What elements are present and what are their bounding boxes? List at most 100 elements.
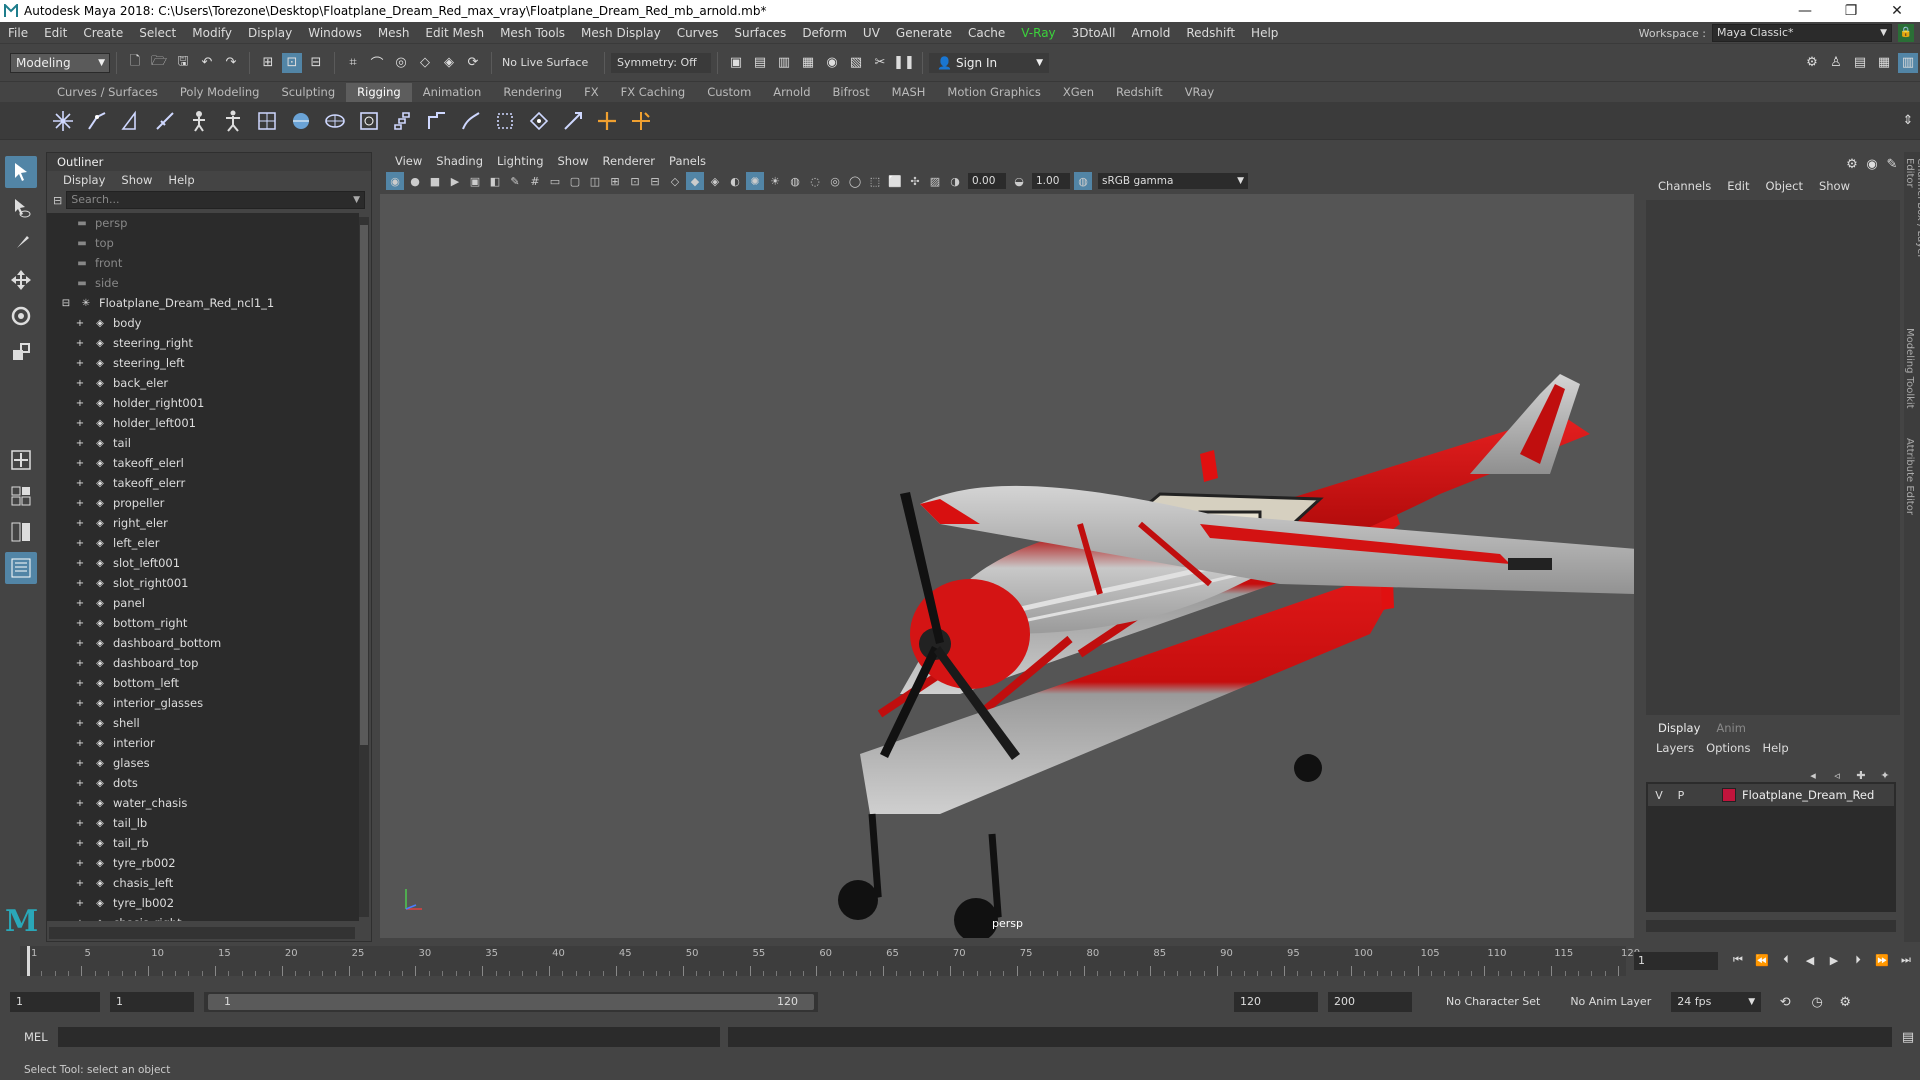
expand-icon[interactable]: + — [73, 336, 87, 350]
expand-icon[interactable]: + — [73, 496, 87, 510]
menu-cache[interactable]: Cache — [960, 26, 1013, 40]
human-ik-icon[interactable] — [220, 106, 246, 136]
outliner-item-mesh[interactable]: + ◈ water_chasis — [47, 793, 359, 813]
outliner-item-mesh[interactable]: + ◈ tyre_rb002 — [47, 853, 359, 873]
two-d-pan-icon[interactable]: ◧ — [486, 172, 504, 190]
outliner-item-mesh[interactable]: + ◈ slot_left001 — [47, 553, 359, 573]
outliner-item-mesh[interactable]: + ◈ steering_right — [47, 333, 359, 353]
menu-mesh-tools[interactable]: Mesh Tools — [492, 26, 573, 40]
layer-name[interactable]: Floatplane_Dream_Red — [1742, 788, 1874, 802]
undo-icon[interactable]: ↶ — [197, 53, 217, 73]
screen-space-ao-icon[interactable]: ◍ — [786, 172, 804, 190]
go-to-end-icon[interactable]: ⏭ — [1896, 950, 1916, 970]
select-camera-icon[interactable]: ◉ — [386, 172, 404, 190]
menu-arnold[interactable]: Arnold — [1123, 26, 1178, 40]
isolate-select-icon[interactable]: ⬚ — [866, 172, 884, 190]
side-tab-modeling-toolkit[interactable]: Modeling Toolkit — [1904, 322, 1915, 422]
outliner-item-mesh[interactable]: + ◈ tail_rb — [47, 833, 359, 853]
expand-icon[interactable]: + — [73, 676, 87, 690]
menu-select[interactable]: Select — [131, 26, 184, 40]
snap-live-icon[interactable]: ⟳ — [463, 53, 483, 73]
side-tab-channel-box[interactable]: Channel Box / Layer Editor — [1904, 152, 1920, 282]
attribute-editor-icon[interactable]: ▤ — [1850, 53, 1870, 73]
outliner-item-mesh[interactable]: + ◈ left_eler — [47, 533, 359, 553]
paint-select-tool-icon[interactable] — [5, 228, 37, 260]
ik-spline-icon[interactable] — [118, 106, 144, 136]
lasso-tool-icon[interactable] — [5, 192, 37, 224]
outliner-item-mesh[interactable]: + ◈ bottom_right — [47, 613, 359, 633]
outliner-menu-display[interactable]: Display — [55, 173, 113, 187]
outliner-item-mesh[interactable]: + ◈ chasis_right — [47, 913, 359, 921]
expand-icon[interactable]: + — [73, 556, 87, 570]
render-view-icon[interactable]: ▣ — [726, 53, 746, 73]
vray-ipr-icon[interactable]: ✂ — [870, 53, 890, 73]
outliner-item-mesh[interactable]: + ◈ tail — [47, 433, 359, 453]
range-slider-bar-fill[interactable] — [208, 994, 814, 1010]
outliner-item-group[interactable]: ⊟ ✳ Floatplane_Dream_Red_ncl1_1 — [47, 293, 359, 313]
outliner-item-camera[interactable]: ▬ front — [47, 253, 359, 273]
shelf-tab-curves-surfaces[interactable]: Curves / Surfaces — [46, 83, 169, 102]
menu-deform[interactable]: Deform — [794, 26, 855, 40]
field-chart-icon[interactable]: ⊞ — [606, 172, 624, 190]
shadows-icon[interactable]: ☀ — [766, 172, 784, 190]
command-input[interactable] — [57, 1027, 721, 1047]
outliner-item-mesh[interactable]: + ◈ shell — [47, 713, 359, 733]
outliner-item-mesh[interactable]: + ◈ steering_left — [47, 353, 359, 373]
layer-color-swatch[interactable] — [1722, 788, 1736, 802]
exposure-icon[interactable]: ◑ — [946, 172, 964, 190]
shelf-scroll-icon[interactable]: ⇕ — [1898, 111, 1918, 131]
camera-attributes-icon[interactable]: ■ — [426, 172, 444, 190]
layer-playback-toggle[interactable]: P — [1670, 789, 1692, 802]
menu-set-dropdown[interactable]: Modeling ▼ — [10, 52, 110, 73]
channel-box-scene-icon[interactable]: ⚙ — [1842, 154, 1862, 174]
channel-box-menu-object[interactable]: Object — [1758, 179, 1811, 193]
outliner-scrollbar[interactable] — [359, 217, 369, 917]
expand-icon[interactable]: + — [73, 596, 87, 610]
expand-icon[interactable]: + — [73, 376, 87, 390]
script-editor-icon[interactable]: ▤ — [1898, 1027, 1918, 1047]
outliner-item-camera[interactable]: ▬ top — [47, 233, 359, 253]
expand-icon[interactable]: + — [73, 576, 87, 590]
animation-start-field[interactable]: 1 — [10, 992, 100, 1012]
outliner-item-mesh[interactable]: + ◈ interior — [47, 733, 359, 753]
textured-icon[interactable]: ◐ — [726, 172, 744, 190]
menu-surfaces[interactable]: Surfaces — [726, 26, 794, 40]
layout-outliner-persp-icon[interactable] — [5, 552, 37, 584]
gamma-field[interactable]: 1.00 — [1032, 173, 1070, 189]
shelf-tab-mash[interactable]: MASH — [881, 83, 937, 102]
motion-blur-icon[interactable]: ◌ — [806, 172, 824, 190]
viewport-menu-panels[interactable]: Panels — [662, 154, 713, 168]
menu-generate[interactable]: Generate — [888, 26, 960, 40]
outliner-horizontal-scrollbar[interactable] — [49, 927, 355, 939]
playback-start-field[interactable]: 1 — [110, 992, 194, 1012]
step-forward-key-icon[interactable]: ⏩ — [1872, 950, 1892, 970]
current-frame-field[interactable]: 1 — [1634, 952, 1718, 970]
ik-handle-icon[interactable] — [84, 106, 110, 136]
outliner-item-mesh[interactable]: + ◈ slot_right001 — [47, 573, 359, 593]
menu-modify[interactable]: Modify — [184, 26, 240, 40]
select-object-icon[interactable]: ⊡ — [282, 52, 302, 73]
command-language-toggle[interactable]: MEL — [0, 1030, 56, 1044]
shelf-tab-rigging[interactable]: Rigging — [346, 83, 412, 102]
constraint-icon[interactable] — [628, 106, 654, 136]
outliner-item-mesh[interactable]: + ◈ holder_left001 — [47, 413, 359, 433]
fps-dropdown[interactable]: 24 fps ▼ — [1671, 992, 1762, 1012]
select-hierarchy-icon[interactable]: ⊞ — [258, 53, 278, 73]
expand-icon[interactable]: + — [73, 416, 87, 430]
menu-redshift[interactable]: Redshift — [1178, 26, 1243, 40]
loop-icon[interactable]: ⟲ — [1775, 992, 1795, 1012]
shelf-tab-rendering[interactable]: Rendering — [492, 83, 573, 102]
blend-shape-icon[interactable] — [526, 106, 552, 136]
expand-icon[interactable]: + — [73, 456, 87, 470]
shelf-tab-poly-modeling[interactable]: Poly Modeling — [169, 83, 271, 102]
lock-camera-icon[interactable]: ● — [406, 172, 424, 190]
new-scene-icon[interactable]: 🗋 — [125, 53, 145, 73]
viewport-menu-shading[interactable]: Shading — [429, 154, 490, 168]
layer-menu-help[interactable]: Help — [1756, 741, 1794, 755]
step-forward-frame-icon[interactable]: ⏵ — [1848, 950, 1868, 970]
open-scene-icon[interactable]: 🗁 — [149, 53, 169, 73]
auto-key-icon[interactable]: ◷ — [1807, 992, 1827, 1012]
outliner-menu-show[interactable]: Show — [113, 173, 160, 187]
outliner-item-mesh[interactable]: + ◈ bottom_left — [47, 673, 359, 693]
layout-four-view-icon[interactable] — [5, 480, 37, 512]
